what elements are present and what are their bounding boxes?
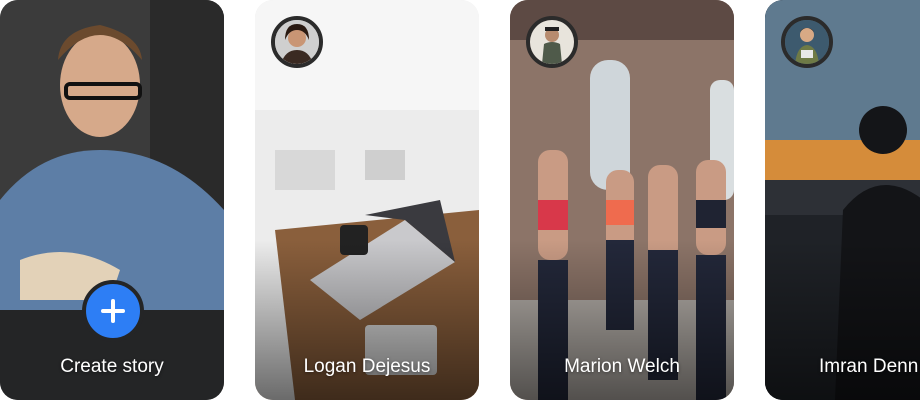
story-card-imran[interactable]: Imran Denn (765, 0, 920, 400)
story-author-name: Imran Denn (819, 356, 919, 377)
story-card-marion[interactable]: Marion Welch (510, 0, 734, 400)
create-story-card[interactable]: Create story (0, 0, 224, 400)
story-author-name: Marion Welch (564, 356, 680, 377)
avatar-image (530, 20, 574, 64)
create-story-button[interactable] (82, 280, 144, 342)
avatar-logan (271, 16, 323, 68)
story-card-logan[interactable]: Logan Dejesus (255, 0, 479, 400)
plus-icon (101, 299, 125, 323)
avatar-marion (526, 16, 578, 68)
create-story-image (0, 0, 224, 310)
create-story-label: Create story (60, 356, 164, 377)
stories-row: Create story Logan Dejesus Marion Welch … (0, 0, 920, 400)
avatar-image (785, 20, 829, 64)
avatar-imran (781, 16, 833, 68)
story-author-name: Logan Dejesus (303, 356, 431, 377)
avatar-image (275, 20, 319, 64)
